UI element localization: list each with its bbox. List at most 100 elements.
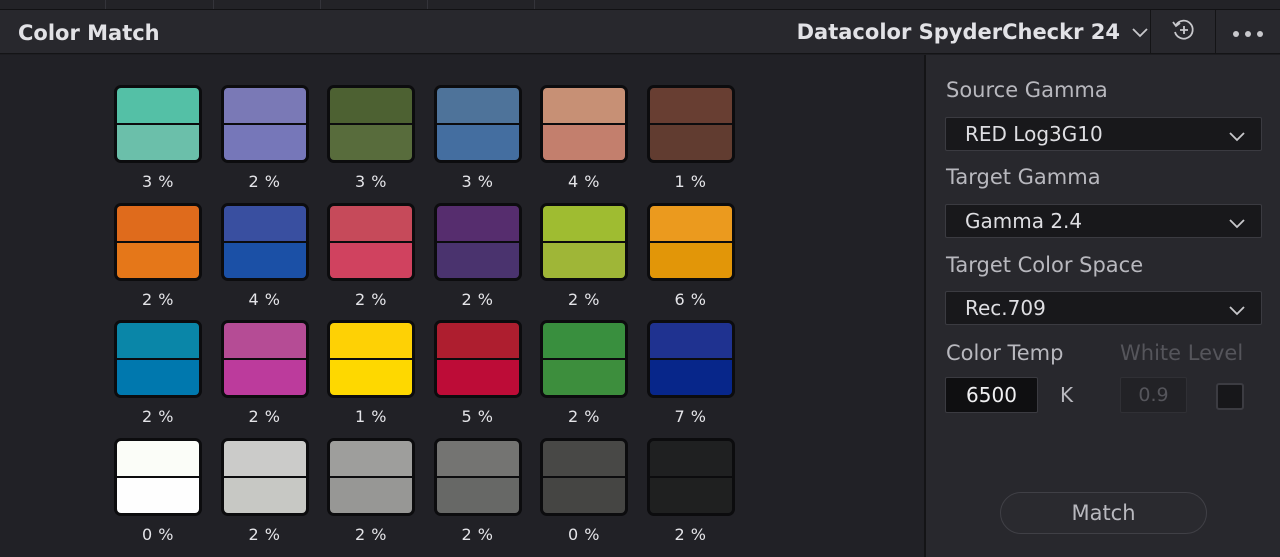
swatch-error-percent: 4 %: [248, 289, 281, 309]
white-level-input[interactable]: 0.9: [1120, 377, 1187, 413]
swatch-cell: 2 %: [327, 202, 415, 321]
strip-divider: [105, 0, 106, 9]
swatch-sample-color: [649, 477, 732, 513]
color-swatch[interactable]: [433, 202, 522, 281]
swatch-reference-color: [330, 88, 412, 123]
color-swatch[interactable]: [114, 85, 202, 163]
swatch-reference-color: [649, 88, 732, 123]
swatch-error-percent: 3 %: [142, 172, 174, 191]
target-color-space-label: Target Color Space: [946, 253, 1144, 277]
swatch-reference-color: [117, 323, 199, 358]
chart-area: 3 % 2 % 3 % 3 % 4 % 1 % 2 % 4 % 2 % 2 % 2 % 6 % 2 % 2…: [0, 55, 924, 557]
swatch-cell: 3 %: [327, 85, 415, 203]
target-gamma-dropdown[interactable]: Gamma 2.4: [945, 204, 1262, 238]
swatch-error-percent: 2 %: [674, 524, 707, 544]
swatch-error-percent: 1 %: [355, 407, 387, 426]
swatch-cell: 4 %: [220, 202, 309, 321]
swatch-error-percent: 0 %: [142, 524, 174, 544]
strip-divider: [213, 0, 214, 9]
swatch-sample-color: [436, 360, 519, 395]
color-swatch[interactable]: [540, 85, 628, 163]
match-button[interactable]: Match: [1000, 492, 1207, 534]
swatch-error-percent: 2 %: [248, 172, 281, 191]
chart-type-dropdown[interactable]: Datacolor SpyderCheckr 24: [797, 17, 1148, 47]
color-swatch[interactable]: [220, 202, 309, 281]
swatch-reference-color: [223, 440, 306, 476]
color-swatch[interactable]: [327, 85, 415, 163]
color-swatch[interactable]: [114, 437, 202, 516]
color-swatch[interactable]: [433, 85, 522, 163]
swatch-sample-color: [330, 125, 412, 160]
swatch-cell: 2 %: [540, 320, 628, 438]
color-swatch[interactable]: [220, 85, 309, 163]
color-swatch[interactable]: [114, 320, 202, 398]
swatch-reference-color: [543, 88, 625, 123]
strip-divider: [427, 0, 428, 9]
strip-divider: [320, 0, 321, 9]
swatch-cell: 7 %: [646, 320, 735, 438]
color-temp-input[interactable]: 6500: [945, 377, 1038, 413]
color-swatch[interactable]: [646, 437, 735, 516]
reset-button[interactable]: [1151, 10, 1214, 54]
source-gamma-dropdown[interactable]: RED Log3G10: [945, 117, 1262, 151]
color-swatch[interactable]: [114, 202, 202, 281]
strip-divider: [534, 0, 535, 9]
swatch-cell: 0 %: [114, 437, 202, 556]
swatch-sample-color: [223, 242, 306, 278]
color-swatch[interactable]: [646, 202, 735, 281]
swatch-reference-color: [436, 323, 519, 358]
reset-icon: [1170, 18, 1196, 46]
color-swatch[interactable]: [433, 320, 522, 398]
white-level-checkbox[interactable]: [1216, 383, 1244, 410]
swatch-sample-color: [543, 360, 625, 395]
color-swatch[interactable]: [433, 437, 522, 516]
swatch-sample-color: [436, 477, 519, 513]
swatch-reference-color: [543, 323, 625, 358]
swatch-error-percent: 6 %: [674, 289, 707, 309]
color-swatch[interactable]: [540, 202, 628, 281]
color-swatch[interactable]: [220, 437, 309, 516]
swatch-error-percent: 2 %: [461, 524, 494, 544]
swatch-error-percent: 4 %: [568, 172, 600, 191]
swatch-cell: 1 %: [646, 85, 735, 203]
swatch-cell: 1 %: [327, 320, 415, 438]
swatch-cell: 2 %: [327, 437, 415, 556]
swatch-cell: 2 %: [220, 85, 309, 203]
swatch-error-percent: 3 %: [355, 172, 387, 191]
swatch-error-percent: 2 %: [461, 289, 494, 309]
chevron-down-icon: [1229, 301, 1245, 320]
color-swatch[interactable]: [646, 85, 735, 163]
swatch-cell: 2 %: [540, 202, 628, 321]
swatch-sample-color: [436, 125, 519, 160]
swatch-error-percent: 2 %: [142, 407, 174, 426]
swatch-error-percent: 5 %: [461, 407, 494, 426]
chevron-down-icon: [1229, 127, 1245, 146]
color-swatch[interactable]: [327, 437, 415, 516]
swatch-reference-color: [117, 205, 199, 241]
chevron-down-icon: [1229, 214, 1245, 233]
swatch-sample-color: [543, 242, 625, 278]
color-swatch[interactable]: [327, 202, 415, 281]
settings-panel: Source Gamma RED Log3G10 Target Gamma Ga…: [926, 55, 1280, 557]
color-swatch[interactable]: [220, 320, 309, 398]
swatch-error-percent: 2 %: [248, 524, 281, 544]
swatch-reference-color: [436, 440, 519, 476]
swatch-sample-color: [223, 477, 306, 513]
swatch-error-percent: 3 %: [461, 172, 494, 191]
source-gamma-value: RED Log3G10: [965, 122, 1103, 146]
color-swatch[interactable]: [646, 320, 735, 398]
color-temp-unit: K: [1060, 383, 1074, 407]
swatch-sample-color: [649, 125, 732, 160]
color-temp-label: Color Temp: [946, 341, 1064, 365]
swatch-error-percent: 0 %: [568, 524, 600, 544]
swatch-sample-color: [649, 242, 732, 278]
swatch-cell: 6 %: [646, 202, 735, 321]
color-swatch[interactable]: [540, 320, 628, 398]
color-swatch[interactable]: [327, 320, 415, 398]
swatch-reference-color: [649, 440, 732, 476]
target-color-space-dropdown[interactable]: Rec.709: [945, 291, 1262, 325]
swatch-cell: 2 %: [433, 437, 522, 556]
color-swatch[interactable]: [540, 437, 628, 516]
target-color-space-value: Rec.709: [965, 296, 1046, 320]
more-options-button[interactable]: [1216, 10, 1279, 54]
